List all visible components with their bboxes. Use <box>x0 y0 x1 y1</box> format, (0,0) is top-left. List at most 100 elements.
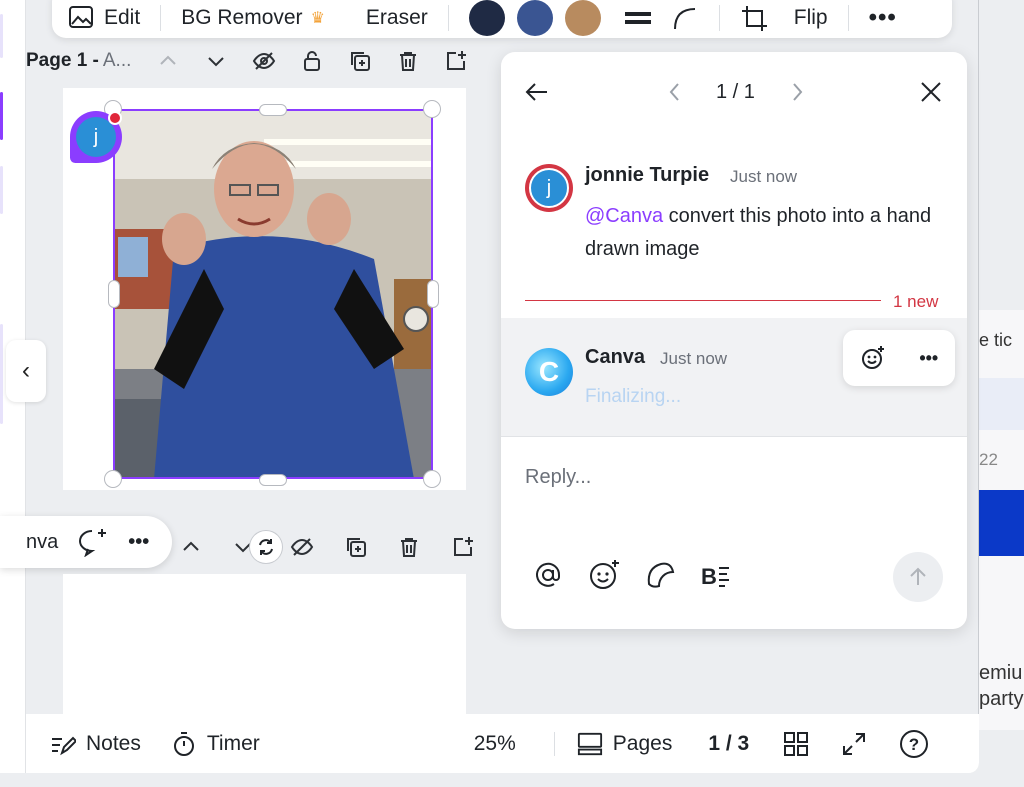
resize-handle-right[interactable] <box>427 280 439 308</box>
resize-handle-left[interactable] <box>108 280 120 308</box>
back-button[interactable] <box>523 78 551 111</box>
resize-handle-top-right[interactable] <box>423 100 441 118</box>
background-banner <box>975 490 1024 556</box>
mention-link[interactable]: @Canva <box>585 205 663 227</box>
resize-handle-bottom-right[interactable] <box>423 470 441 488</box>
new-messages-label: 1 new <box>893 292 939 311</box>
timer-button[interactable]: Timer <box>171 731 260 757</box>
more-icon[interactable]: ••• <box>128 531 149 554</box>
sidebar-tab-active[interactable] <box>0 92 3 140</box>
chevron-right-icon <box>793 83 803 101</box>
eraser-button[interactable]: Eraser <box>366 0 428 33</box>
bg-remover-button[interactable]: BG Remover ♛ <box>181 0 325 33</box>
chevron-up-icon <box>183 541 199 551</box>
reply-input[interactable] <box>525 466 925 489</box>
duplicate-icon <box>346 538 366 557</box>
background-text: e tic <box>979 330 1013 350</box>
toolbar-divider <box>447 5 449 31</box>
reply-status: Finalizing... <box>585 386 682 407</box>
zoom-value: 25% <box>473 731 516 755</box>
rotate-icon <box>259 539 274 555</box>
user-avatar: j <box>525 164 573 212</box>
top-toolbar: Edit BG Remover ♛ Eraser Flip ••• <box>52 0 952 38</box>
duplicate-page-button[interactable] <box>345 46 375 76</box>
pages-icon <box>577 732 602 755</box>
color-swatch[interactable] <box>516 0 553 36</box>
add-page-button[interactable] <box>448 532 478 562</box>
next-thread-button[interactable] <box>787 80 807 109</box>
lock-page-button[interactable] <box>297 46 327 76</box>
color-swatch[interactable] <box>564 0 601 36</box>
move-page-up-button[interactable] <box>153 46 183 76</box>
design-page-2[interactable] <box>63 574 466 714</box>
previous-thread-button[interactable] <box>665 80 685 109</box>
thread-counter: 1 / 1 <box>716 81 755 103</box>
sticker-icon[interactable] <box>643 558 677 592</box>
comment-author: jonnie Turpie <box>585 164 710 186</box>
chevron-up-icon <box>160 55 177 65</box>
text-format-icon[interactable]: B <box>699 558 733 592</box>
zoom-level[interactable]: 25% <box>474 732 516 756</box>
sidebar-tab[interactable] <box>0 14 3 58</box>
notes-icon <box>52 736 76 755</box>
edit-button[interactable]: Edit <box>68 0 140 33</box>
hide-page-button[interactable] <box>249 46 279 76</box>
resize-handle-bottom[interactable] <box>259 474 287 486</box>
toolbar-divider <box>718 5 720 31</box>
more-icon: ••• <box>868 4 897 31</box>
crown-icon: ♛ <box>310 10 325 27</box>
add-page-button[interactable] <box>441 46 471 76</box>
page-subtitle[interactable]: A... <box>103 50 132 72</box>
add-reaction-icon[interactable] <box>860 345 886 371</box>
move-page-up-button[interactable] <box>176 532 206 562</box>
more-icon[interactable]: ••• <box>919 348 938 369</box>
unread-dot <box>108 111 122 125</box>
duplicate-page-button[interactable] <box>341 532 371 562</box>
expand-icon <box>843 732 866 755</box>
page-indicator[interactable]: 1 / 3 <box>708 732 749 756</box>
more-options-button[interactable]: ••• <box>869 0 897 33</box>
send-button[interactable] <box>893 552 943 602</box>
page-indicator-value: 1 / 3 <box>708 731 750 755</box>
duplicate-icon <box>351 52 371 71</box>
add-page-icon <box>447 51 467 70</box>
help-button[interactable]: ? <box>899 729 929 759</box>
mention-icon[interactable] <box>531 558 565 592</box>
resize-handle-top[interactable] <box>259 104 287 116</box>
close-button[interactable] <box>917 78 945 111</box>
delete-page-button[interactable] <box>393 46 423 76</box>
reply-author: Canva <box>585 346 646 368</box>
pages-button[interactable]: Pages <box>577 731 672 757</box>
move-page-down-button[interactable] <box>201 46 231 76</box>
delete-page-button[interactable] <box>395 532 425 562</box>
pill-label: nva <box>26 530 59 553</box>
color-swatch[interactable] <box>468 0 505 36</box>
grid-view-button[interactable] <box>783 731 809 757</box>
reply-divider <box>501 436 967 437</box>
edit-label: Edit <box>104 6 141 29</box>
svg-text:B: B <box>701 564 717 589</box>
sidebar-tab[interactable] <box>0 324 3 424</box>
corner-rounding-button[interactable] <box>671 0 699 33</box>
toolbar-divider <box>160 5 162 31</box>
flip-button[interactable]: Flip <box>794 0 828 33</box>
help-icon: ? <box>900 729 929 758</box>
corner-rounding-icon <box>673 8 695 30</box>
new-messages-divider <box>525 300 881 301</box>
crop-button[interactable] <box>740 0 770 33</box>
sidebar-tab[interactable] <box>0 166 3 214</box>
collapse-panel-button[interactable]: ‹ <box>6 340 46 402</box>
comment-pin[interactable]: j <box>70 111 122 163</box>
reply-toolbar: B <box>531 558 733 592</box>
add-page-icon <box>454 537 474 556</box>
hide-page-button[interactable] <box>287 532 317 562</box>
emoji-icon[interactable] <box>587 558 621 592</box>
border-weight-button[interactable] <box>623 0 653 33</box>
add-comment-icon[interactable] <box>76 527 110 557</box>
rotate-button[interactable] <box>249 530 284 564</box>
notes-button[interactable]: Notes <box>50 731 141 757</box>
resize-handle-bottom-left[interactable] <box>104 470 122 488</box>
user-avatar-initial: j <box>529 168 569 208</box>
fullscreen-button[interactable] <box>841 731 867 757</box>
timer-label: Timer <box>206 731 260 755</box>
